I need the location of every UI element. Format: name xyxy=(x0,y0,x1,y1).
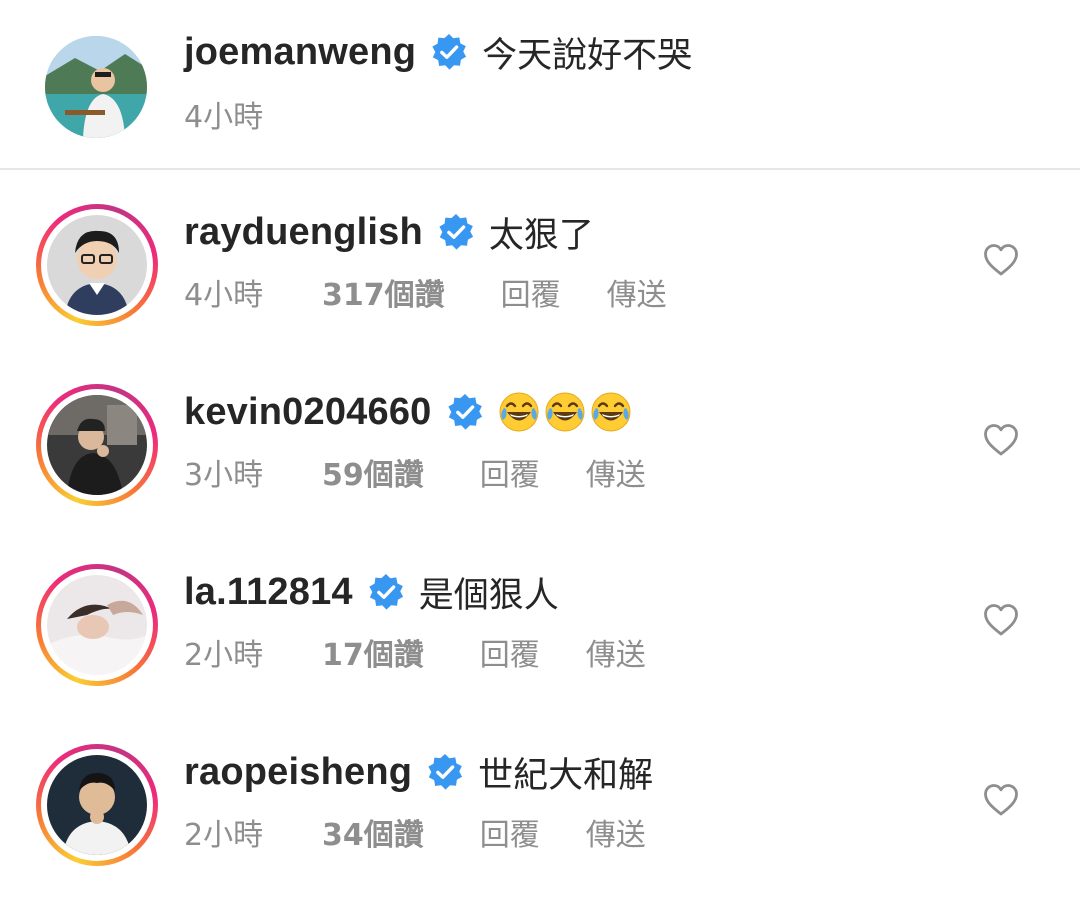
avatar xyxy=(47,575,147,675)
comment-item: raopeisheng 世紀大和解 2小時 34個讚 回覆 傳送 xyxy=(0,740,1080,880)
commenter-avatar[interactable] xyxy=(36,204,158,326)
commenter-avatar[interactable] xyxy=(36,384,158,506)
verified-badge-icon xyxy=(446,393,484,431)
comment-likes[interactable]: 317個讚 xyxy=(322,270,445,314)
comment-line: rayduenglish 太狠了 xyxy=(184,202,594,262)
avatar xyxy=(47,755,147,855)
commenter-avatar[interactable] xyxy=(36,744,158,866)
comment-username[interactable]: la.112814 xyxy=(184,571,353,614)
comment-time: 2小時 xyxy=(184,638,264,673)
comment-line: raopeisheng 世紀大和解 xyxy=(184,742,653,802)
post-author-avatar[interactable] xyxy=(36,36,158,158)
send-button[interactable]: 傳送 xyxy=(586,630,646,674)
post-caption-row: joemanweng 今天說好不哭 4小時 xyxy=(0,0,1080,168)
comment-time: 3小時 xyxy=(184,458,264,493)
comment-line: kevin0204660 xyxy=(184,382,632,442)
send-button[interactable]: 傳送 xyxy=(586,450,646,494)
comment-line: la.112814 是個狠人 xyxy=(184,562,559,622)
comment-text: 是個狠人 xyxy=(418,575,559,616)
comment-meta: 2小時 34個讚 回覆 傳送 xyxy=(184,810,646,854)
reply-button[interactable]: 回覆 xyxy=(480,450,540,494)
send-button[interactable]: 傳送 xyxy=(586,810,646,854)
heart-outline-icon[interactable] xyxy=(983,783,1019,817)
comment-meta: 2小時 17個讚 回覆 傳送 xyxy=(184,630,646,674)
face-with-tears-of-joy-icon xyxy=(498,391,540,433)
comment-emoji-group xyxy=(498,391,632,433)
comment-username[interactable]: kevin0204660 xyxy=(184,391,432,434)
heart-outline-icon[interactable] xyxy=(983,603,1019,637)
verified-badge-icon xyxy=(437,213,475,251)
commenter-avatar[interactable] xyxy=(36,564,158,686)
comment-meta: 3小時 59個讚 回覆 傳送 xyxy=(184,450,646,494)
comment-item: la.112814 是個狠人 2小時 17個讚 回覆 傳送 xyxy=(0,560,1080,700)
heart-outline-icon[interactable] xyxy=(983,423,1019,457)
divider xyxy=(0,168,1080,170)
comment-username[interactable]: rayduenglish xyxy=(184,211,423,254)
reply-button[interactable]: 回覆 xyxy=(501,270,561,314)
comment-meta: 4小時 317個讚 回覆 傳送 xyxy=(184,270,667,314)
comment-username[interactable]: raopeisheng xyxy=(184,751,412,794)
caption-line: joemanweng 今天說好不哭 xyxy=(184,22,692,82)
avatar xyxy=(47,215,147,315)
verified-badge-icon xyxy=(426,753,464,791)
comment-text: 太狠了 xyxy=(488,215,594,256)
comment-time: 2小時 xyxy=(184,818,264,853)
face-with-tears-of-joy-icon xyxy=(590,391,632,433)
comment-likes[interactable]: 59個讚 xyxy=(322,450,424,494)
comment-likes[interactable]: 17個讚 xyxy=(322,630,424,674)
verified-badge-icon xyxy=(430,33,468,71)
heart-outline-icon[interactable] xyxy=(983,243,1019,277)
verified-badge-icon xyxy=(367,573,405,611)
avatar xyxy=(47,395,147,495)
comment-time: 4小時 xyxy=(184,278,264,313)
comment-text: 世紀大和解 xyxy=(478,755,654,796)
face-with-tears-of-joy-icon xyxy=(544,391,586,433)
post-username[interactable]: joemanweng xyxy=(184,31,416,74)
comment-item: rayduenglish 太狠了 4小時 317個讚 回覆 傳送 xyxy=(0,200,1080,340)
reply-button[interactable]: 回覆 xyxy=(480,810,540,854)
comment-likes[interactable]: 34個讚 xyxy=(322,810,424,854)
reply-button[interactable]: 回覆 xyxy=(480,630,540,674)
post-meta: 4小時 xyxy=(184,92,322,136)
avatar xyxy=(45,36,147,138)
send-button[interactable]: 傳送 xyxy=(607,270,667,314)
post-time: 4小時 xyxy=(184,100,264,135)
post-caption-text: 今天說好不哭 xyxy=(482,35,693,76)
comment-item: kevin0204660 3小時 59個讚 回覆 傳送 xyxy=(0,380,1080,520)
